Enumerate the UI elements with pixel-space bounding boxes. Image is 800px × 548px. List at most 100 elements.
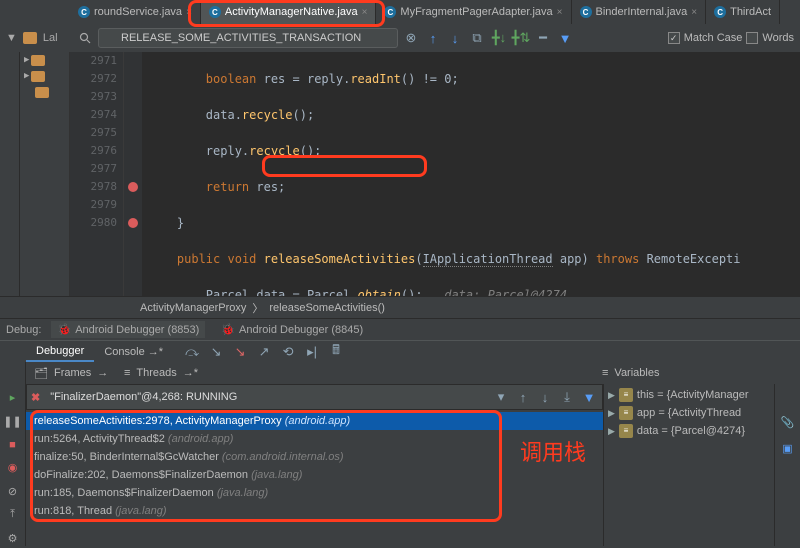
frames-panel: ✖ "FinalizerDaemon"@4,268: RUNNING ▾ ↑ ↓…: [26, 384, 604, 546]
chevron-down-icon[interactable]: ▾: [492, 388, 510, 406]
thread-label: "FinalizerDaemon"@4,268: RUNNING: [50, 391, 237, 403]
close-icon[interactable]: ×: [557, 7, 563, 18]
match-case-checkbox[interactable]: ✓ Match Case: [668, 32, 743, 44]
tab-label: ThirdAct: [730, 6, 771, 18]
prev-result-icon[interactable]: ↑: [424, 29, 442, 47]
settings-icon[interactable]: ⚙: [5, 531, 21, 546]
thread-selector[interactable]: "FinalizerDaemon"@4,268: RUNNING: [44, 391, 488, 403]
tab-roundservice[interactable]: C roundService.java ×: [70, 0, 201, 24]
console-tab[interactable]: Console →*: [94, 341, 173, 362]
mute-breakpoints-icon[interactable]: ⊘: [5, 484, 21, 499]
breakpoint-gutter[interactable]: [124, 52, 142, 296]
variable-row[interactable]: ▶≡app = {ActivityThread: [608, 404, 770, 422]
code-content[interactable]: boolean res = reply.readInt() != 0; data…: [142, 52, 800, 296]
line-number: 2978: [70, 178, 117, 196]
folder-icon: [35, 87, 49, 98]
debugger-tab[interactable]: Debugger: [26, 341, 94, 362]
call-stack[interactable]: releaseSomeActivities:2978, ActivityMana…: [26, 410, 603, 546]
stack-frame[interactable]: finalize:50, BinderInternal$GcWatcher (c…: [26, 448, 603, 466]
remove-selection-icon[interactable]: ━: [534, 29, 552, 47]
project-pane-header: ▼ Lal: [0, 24, 70, 52]
filter-icon[interactable]: ▼: [556, 29, 574, 47]
tab-label: BinderInternal.java: [596, 6, 688, 18]
class-icon: C: [78, 6, 90, 18]
tri-right-icon[interactable]: ▶: [608, 386, 615, 404]
tab-activitymanagernative[interactable]: C ActivityManagerNative.java ×: [201, 0, 377, 24]
close-icon[interactable]: ×: [691, 7, 697, 18]
filter-frames-icon[interactable]: ▼: [580, 388, 598, 406]
tri-down-icon[interactable]: ▼: [6, 32, 17, 44]
evaluate-icon[interactable]: 🖩: [327, 343, 345, 361]
next-frame-icon[interactable]: ↓: [536, 388, 554, 406]
breakpoint-icon[interactable]: [128, 218, 138, 228]
code-editor[interactable]: 2971 2972 2973 2974 2975 2976 2977 2978 …: [70, 52, 800, 296]
clear-icon[interactable]: ⊗: [402, 29, 420, 47]
pause-icon[interactable]: ❚❚: [5, 413, 21, 428]
field-icon: ≡: [619, 388, 633, 402]
debug-session-tab[interactable]: 🐞 Android Debugger (8853): [51, 321, 205, 338]
breadcrumb-method[interactable]: releaseSomeActivities(): [269, 302, 385, 314]
line-number-gutter: 2971 2972 2973 2974 2975 2976 2977 2978 …: [70, 52, 124, 296]
breakpoint-icon[interactable]: [128, 182, 138, 192]
debug-session-tab[interactable]: 🐞 Android Debugger (8845): [215, 321, 369, 338]
breadcrumb-class[interactable]: ActivityManagerProxy: [140, 302, 246, 314]
stack-frame[interactable]: run:818, Thread (java.lang): [26, 502, 603, 520]
stack-frame[interactable]: run:185, Daemons$FinalizerDaemon (java.l…: [26, 484, 603, 502]
variables-icon: ≡: [602, 367, 608, 379]
step-into-icon[interactable]: ↘: [207, 343, 225, 361]
class-icon: C: [714, 6, 726, 18]
frames-panel-head[interactable]: 🗂 Frames→: [26, 362, 116, 384]
export-threads-icon[interactable]: ⤓: [558, 388, 576, 406]
debug-toolbar: ⤼ ↘ ↘ ↗ ⟲ ▸| 🖩: [173, 343, 800, 361]
next-result-icon[interactable]: ↓: [446, 29, 464, 47]
line-number: 2979: [70, 196, 117, 214]
variables-panel-head[interactable]: ≡ Variables: [594, 362, 667, 384]
search-input[interactable]: [98, 28, 398, 48]
drop-frame-icon[interactable]: ⟲: [279, 343, 297, 361]
select-all-icon[interactable]: ╋⇅: [512, 29, 530, 47]
step-out-icon[interactable]: ↗: [255, 343, 273, 361]
tab-myfragmentpageradapter[interactable]: C MyFragmentPagerAdapter.java ×: [376, 0, 571, 24]
folder-icon: [31, 55, 45, 66]
tri-right-icon[interactable]: ▶: [24, 55, 29, 65]
threads-icon: ≡: [124, 367, 130, 379]
resume-icon[interactable]: ▸: [5, 390, 21, 405]
project-label: Lal: [43, 32, 58, 44]
tri-right-icon[interactable]: ▶: [608, 404, 615, 422]
session-label: Android Debugger (8853): [75, 324, 199, 336]
tri-right-icon[interactable]: ▶: [24, 71, 29, 81]
folder-icon: [31, 71, 45, 82]
pin-icon[interactable]: 📎: [780, 414, 796, 430]
stop-icon[interactable]: ■: [5, 437, 21, 452]
variable-row[interactable]: ▶≡this = {ActivityManager: [608, 386, 770, 404]
variables-list[interactable]: ▶≡this = {ActivityManager ▶≡app = {Activ…: [604, 384, 774, 546]
tool-window-stripe-left[interactable]: [0, 52, 20, 296]
thread-dump-icon[interactable]: ⤒: [5, 507, 21, 522]
view-breakpoints-icon[interactable]: ◉: [5, 460, 21, 475]
tab-binderinternal[interactable]: C BinderInternal.java ×: [572, 0, 707, 24]
breadcrumb[interactable]: ActivityManagerProxy 〉 releaseSomeActivi…: [0, 296, 800, 318]
step-over-icon[interactable]: ⤼: [183, 343, 201, 361]
camera-icon[interactable]: ▣: [780, 440, 796, 456]
force-step-into-icon[interactable]: ↘: [231, 343, 249, 361]
tab-thirdact[interactable]: C ThirdAct: [706, 0, 780, 24]
tab-label: roundService.java: [94, 6, 182, 18]
bug-icon: 🐞: [57, 323, 71, 336]
tri-right-icon[interactable]: ▶: [608, 422, 615, 440]
close-icon[interactable]: ×: [186, 7, 192, 18]
project-tree[interactable]: ▶ ▶: [20, 52, 70, 296]
line-number: 2980: [70, 214, 117, 232]
variable-row[interactable]: ▶≡data = {Parcel@4274}: [608, 422, 770, 440]
prev-frame-icon[interactable]: ↑: [514, 388, 532, 406]
add-selection-icon[interactable]: ╋↓: [490, 29, 508, 47]
stack-frame[interactable]: doFinalize:202, Daemons$FinalizerDaemon …: [26, 466, 603, 484]
find-all-icon[interactable]: ⧉: [468, 29, 486, 47]
session-label: Android Debugger (8845): [239, 324, 363, 336]
thread-stop-icon[interactable]: ✖: [31, 391, 40, 404]
words-checkbox[interactable]: Words: [746, 32, 794, 44]
close-icon[interactable]: ×: [362, 7, 368, 18]
stack-frame[interactable]: run:5264, ActivityThread$2 (android.app): [26, 430, 603, 448]
stack-frame[interactable]: releaseSomeActivities:2978, ActivityMana…: [26, 412, 603, 430]
threads-panel-head[interactable]: ≡ Threads→*: [116, 362, 594, 384]
run-to-cursor-icon[interactable]: ▸|: [303, 343, 321, 361]
